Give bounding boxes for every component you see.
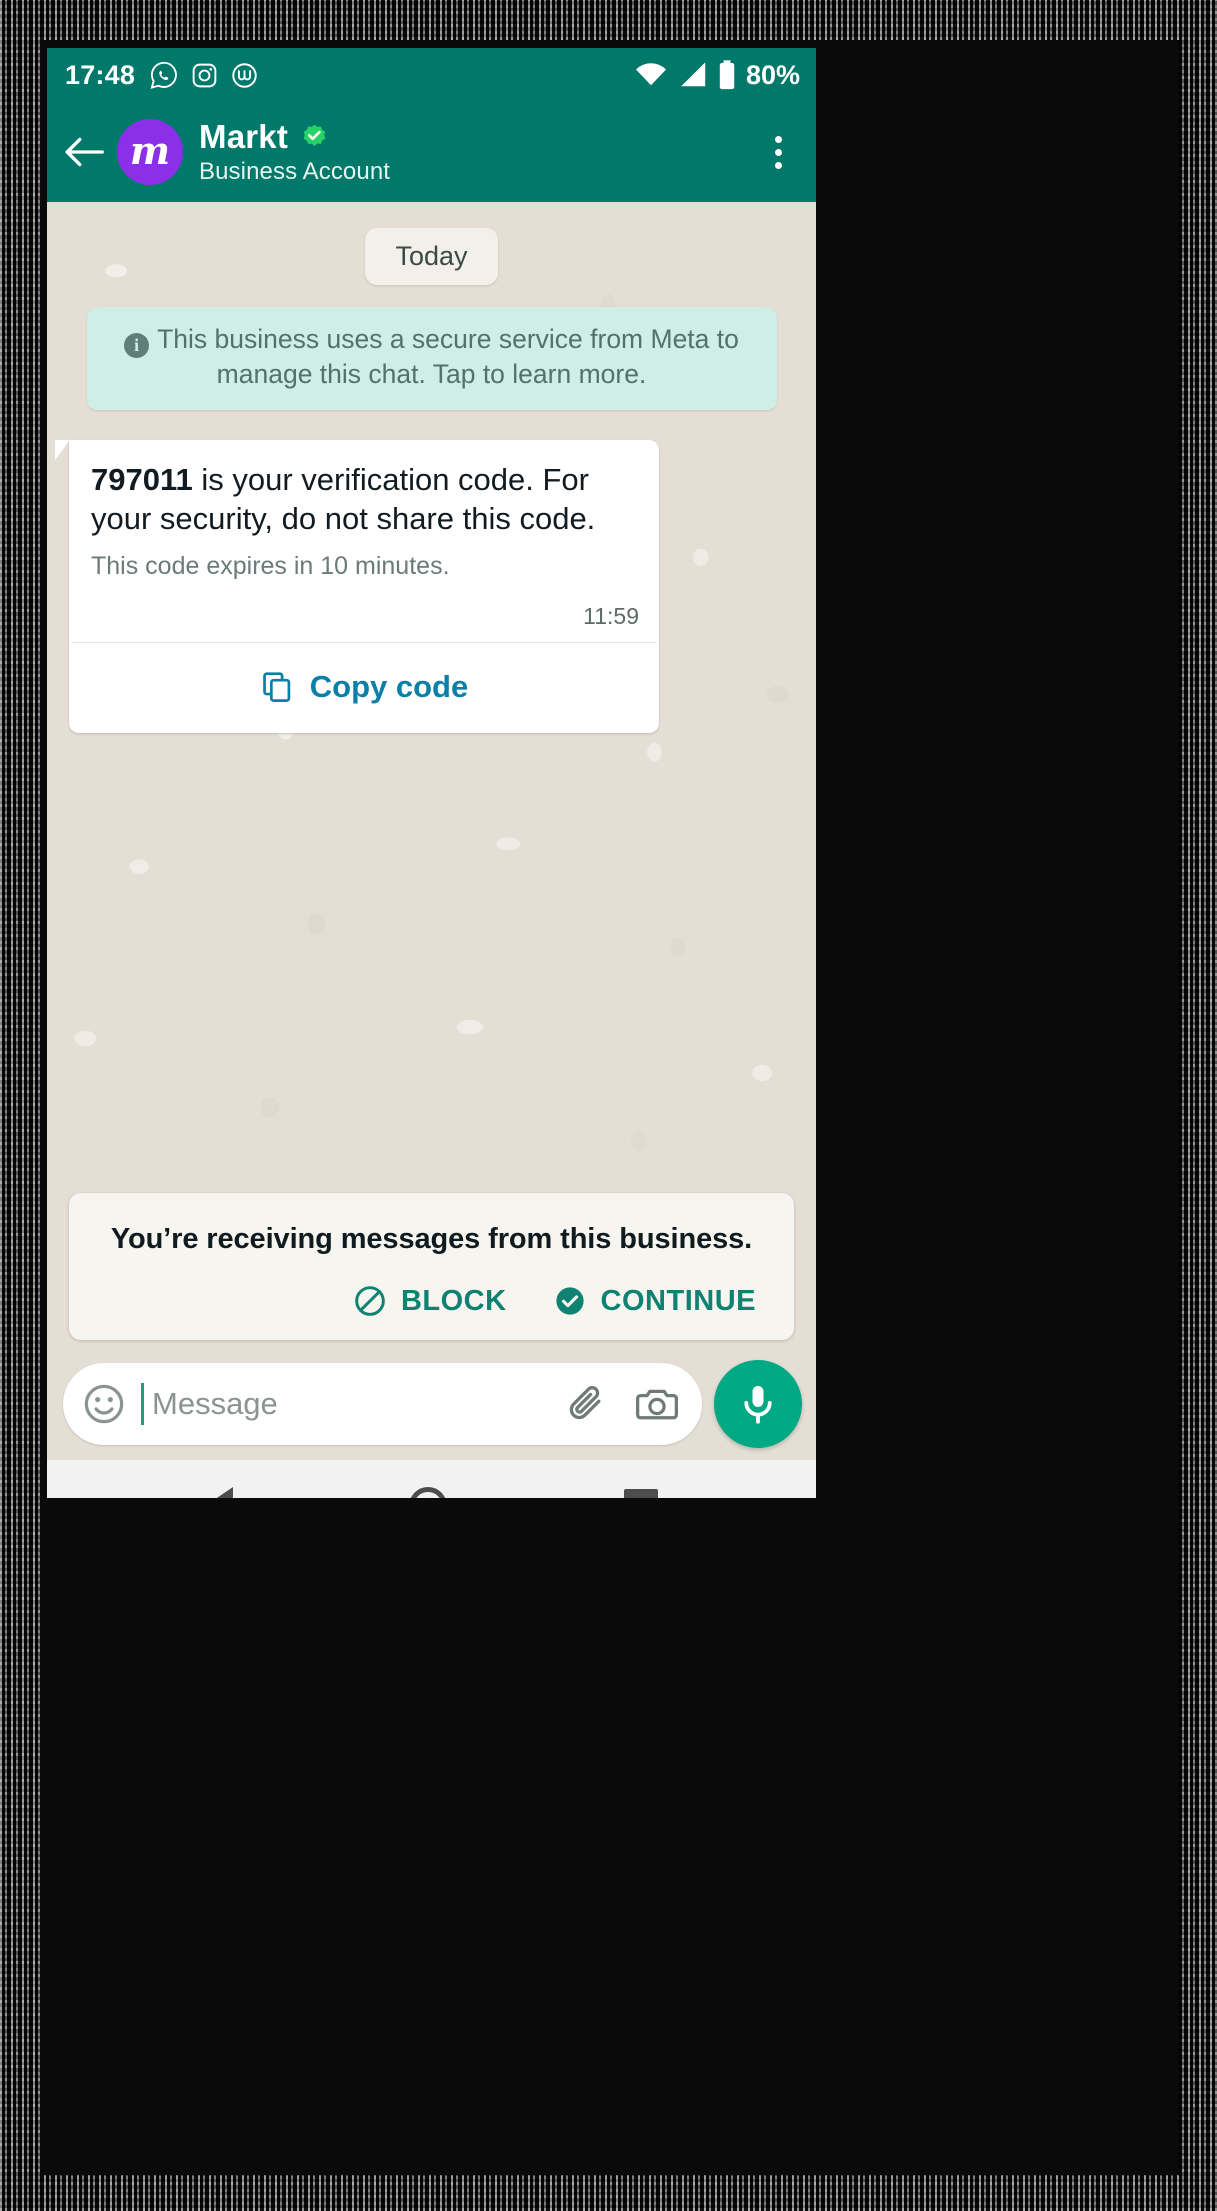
copy-icon [262,672,291,702]
status-bar: 17:48 80% [47,48,816,102]
message-input-field[interactable]: Message [63,1363,702,1445]
chat-header: m Markt Business Account [47,102,816,202]
business-prompt-card: You’re receiving messages from this busi… [69,1193,794,1340]
business-prompt-wrapper: You’re receiving messages from this busi… [47,1193,816,1348]
menu-dot [774,135,782,143]
microphone-icon [744,1386,772,1424]
status-bar-notification-icons [149,60,259,90]
chat-scroll[interactable]: Today i This business uses a secure servi… [47,228,816,733]
back-arrow-icon [65,137,104,167]
avatar[interactable]: m [117,119,183,185]
business-prompt-actions: BLOCK CONTINUE [95,1284,768,1318]
block-icon [355,1286,385,1316]
menu-dot [774,161,782,169]
info-banner-text: This business uses a secure service from… [157,324,739,389]
message-input-bar: Message [47,1348,816,1460]
block-button[interactable]: BLOCK [353,1284,507,1318]
date-divider: Today [365,228,498,285]
message-bubble[interactable]: 797011 is your verification code. For yo… [55,439,659,733]
workplace-icon [232,62,257,88]
camera-button[interactable] [634,1381,680,1427]
business-prompt-text: You’re receiving messages from this busi… [110,1223,753,1255]
nav-back-triangle-icon[interactable] [205,1487,234,1498]
nav-home-circle-icon[interactable] [409,1487,448,1498]
contact-subtitle: Business Account [199,158,391,185]
avatar-letter: m [129,128,171,173]
message-expiry-note: This code expires in 10 minutes. [91,552,450,580]
continue-label: CONTINUE [600,1284,756,1317]
message-text: 797011 is your verification code. For yo… [91,460,637,538]
info-icon: i [124,333,150,358]
back-button[interactable] [61,129,107,175]
business-security-banner[interactable]: i This business uses a secure service fro… [86,307,777,410]
voice-message-button[interactable] [714,1360,802,1448]
message-placeholder: Message [152,1386,278,1421]
attach-button[interactable] [564,1382,608,1426]
menu-dot [774,148,782,156]
photo-frame: 17:48 80% m Markt Business Account Today… [0,0,1217,2211]
camera-icon [636,1389,678,1420]
chat-message-area: Today i This business uses a secure servi… [47,202,816,1348]
chat-header-text[interactable]: Markt Business Account [199,118,390,186]
continue-button[interactable]: CONTINUE [553,1284,756,1318]
message-bubble-body: 797011 is your verification code. For yo… [69,440,659,589]
battery-percent-label: 80% [745,59,800,90]
info-banner-row: i This business uses a secure service fro… [47,307,816,410]
copy-code-label: Copy code [309,669,469,704]
text-cursor [141,1383,144,1425]
status-bar-system-icons: 80% [634,59,800,91]
date-divider-row: Today [47,228,816,285]
verified-badge-icon [303,124,326,146]
cellular-signal-icon [681,62,706,87]
emoji-smiley-icon [84,1384,124,1424]
whatsapp-icon [150,61,177,89]
check-circle-icon [555,1287,584,1315]
battery-icon [719,60,735,90]
instagram-icon [192,63,217,87]
overflow-menu-button[interactable] [756,124,800,180]
paperclip-icon [569,1386,601,1420]
verification-code: 797011 [91,461,193,497]
message-timestamp: 11:59 [583,603,639,629]
wifi-icon [635,63,666,86]
block-label: BLOCK [400,1284,507,1317]
android-nav-bar [47,1460,816,1498]
message-row: 797011 is your verification code. For yo… [47,410,816,733]
copy-code-button[interactable]: Copy code [69,643,659,733]
emoji-button[interactable] [81,1381,127,1427]
contact-name: Markt [199,118,289,155]
phone-screen: 17:48 80% m Markt Business Account Today… [47,48,816,1498]
nav-recents-square-icon[interactable] [623,1489,658,1498]
status-bar-clock: 17:48 [65,59,136,90]
